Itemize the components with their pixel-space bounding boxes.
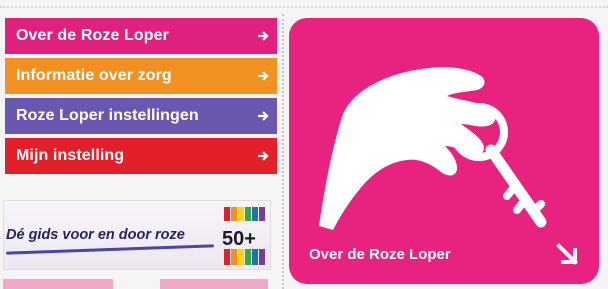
arrow-right-icon — [258, 71, 269, 81]
main-menu: Over de Roze Loper Informatie over zorg … — [5, 18, 277, 178]
bottom-bar-left — [3, 279, 113, 289]
gids-banner[interactable]: Dé gids voor en door roze 50+ — [3, 200, 271, 270]
arrow-down-right-icon — [556, 243, 578, 265]
arrow-right-icon — [258, 151, 269, 161]
menu-item-label: Mijn instelling — [16, 147, 125, 164]
menu-item-label: Over de Roze Loper — [16, 27, 169, 44]
arrow-right-icon — [258, 111, 269, 121]
arrow-right-icon — [258, 31, 269, 41]
banner-underline — [6, 244, 214, 255]
menu-item-label: Informatie over zorg — [16, 67, 172, 84]
over-de-roze-loper-card[interactable]: Over de Roze Loper — [289, 18, 599, 284]
menu-item-mijn-instelling[interactable]: Mijn instelling — [5, 138, 277, 174]
card-title: Over de Roze Loper — [309, 246, 451, 263]
banner-badge: 50+ — [222, 228, 256, 250]
top-dotted-border — [0, 6, 608, 8]
banner-text: Dé gids voor en door roze — [6, 227, 185, 243]
menu-item-label: Roze Loper instellingen — [16, 107, 199, 124]
column-divider — [282, 14, 284, 289]
page: Over de Roze Loper Informatie over zorg … — [0, 0, 608, 289]
hand-holding-key-icon — [319, 67, 547, 230]
menu-item-informatie-over-zorg[interactable]: Informatie over zorg — [5, 58, 277, 94]
menu-item-roze-loper-instellingen[interactable]: Roze Loper instellingen — [5, 98, 277, 134]
menu-item-over-de-roze-loper[interactable]: Over de Roze Loper — [5, 18, 277, 54]
bottom-bar-right — [160, 279, 268, 289]
rainbow-50-plus-logo: 50+ — [222, 207, 265, 265]
